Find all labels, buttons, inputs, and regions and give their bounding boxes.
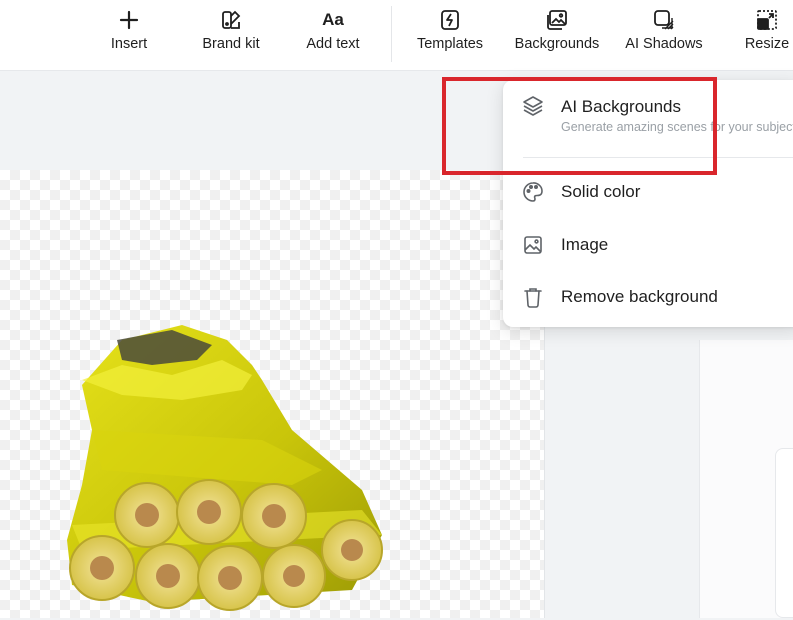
text-icon: Aa: [322, 10, 344, 29]
insert-button[interactable]: Insert: [103, 0, 155, 70]
add-text-label: Add text: [306, 36, 360, 52]
remove-background-label: Remove background: [561, 287, 718, 306]
menu-item-remove-background[interactable]: Remove background: [503, 275, 793, 319]
templates-icon: [438, 8, 462, 32]
ai-shadows-button[interactable]: AI Shadows: [622, 0, 706, 70]
menu-item-solid-color[interactable]: Solid color: [503, 170, 793, 214]
plus-icon: [117, 8, 141, 32]
resize-icon: [755, 8, 779, 32]
side-card: [775, 448, 793, 618]
templates-button[interactable]: Templates: [411, 0, 489, 70]
backgrounds-icon: [545, 8, 569, 32]
toolbar-divider: [391, 6, 392, 62]
highlight-box: [442, 77, 717, 175]
image-icon: [522, 234, 544, 256]
backgrounds-label: Backgrounds: [514, 36, 600, 52]
product-image[interactable]: [62, 320, 392, 620]
menu-item-image[interactable]: Image: [503, 223, 793, 267]
shadow-icon: [652, 8, 676, 32]
resize-label: Resize: [744, 36, 790, 52]
palette-icon: [522, 181, 544, 203]
top-toolbar: Insert Brand kit Aa Add text Templates B…: [0, 0, 793, 71]
brand-kit-button[interactable]: Brand kit: [196, 0, 266, 70]
brand-kit-label: Brand kit: [202, 36, 260, 52]
resize-button[interactable]: Resize: [742, 0, 792, 70]
backgrounds-button[interactable]: Backgrounds: [509, 0, 605, 70]
insert-label: Insert: [110, 36, 148, 52]
add-text-button[interactable]: Aa Add text: [300, 0, 366, 70]
trash-icon: [522, 286, 544, 308]
templates-label: Templates: [416, 36, 484, 52]
brand-kit-icon: [219, 8, 243, 32]
image-label: Image: [561, 235, 609, 254]
ai-shadows-label: AI Shadows: [625, 36, 703, 52]
solid-color-label: Solid color: [561, 182, 641, 201]
